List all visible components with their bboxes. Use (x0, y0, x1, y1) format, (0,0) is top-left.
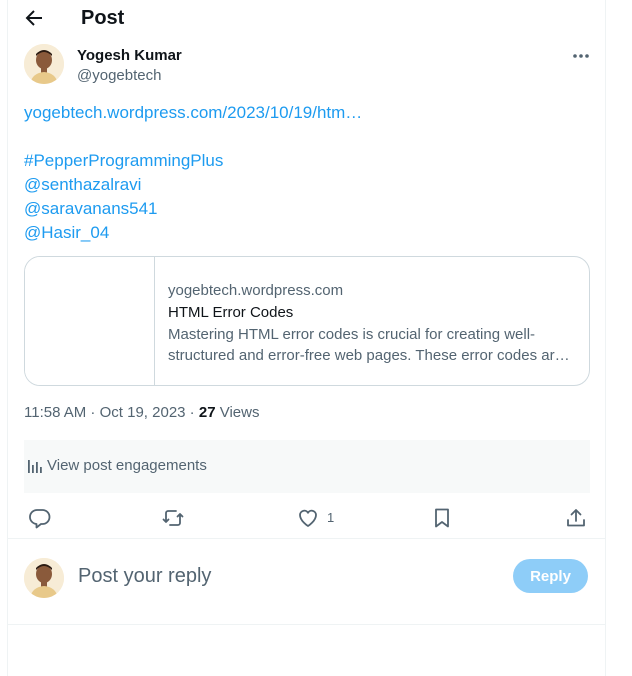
share-icon[interactable] (564, 506, 588, 530)
author-avatar[interactable] (24, 44, 64, 84)
divider (8, 624, 605, 625)
bookmark-icon[interactable] (430, 506, 454, 530)
reply-icon[interactable] (28, 506, 52, 530)
line-spacer (24, 125, 584, 149)
post-date[interactable]: Oct 19, 2023 (100, 404, 186, 421)
author-name[interactable]: Yogesh Kumar (77, 47, 182, 65)
view-engagements-button[interactable]: View post engagements (24, 440, 590, 493)
post-meta: 11:58 AM · Oct 19, 2023 · 27 Views (24, 404, 259, 422)
mention[interactable]: @senthazalravi (24, 173, 584, 197)
repost-icon[interactable] (161, 506, 185, 530)
post-text: yogebtech.wordpress.com/2023/10/19/htm… … (24, 101, 584, 245)
post-time[interactable]: 11:58 AM (24, 404, 86, 421)
card-title: HTML Error Codes (168, 304, 294, 321)
hashtag[interactable]: #PepperProgrammingPlus (24, 149, 584, 173)
views-label: Views (219, 404, 260, 421)
engagements-label: View post engagements (47, 457, 207, 474)
mention[interactable]: @Hasir_04 (24, 221, 584, 245)
author-handle[interactable]: @yogebtech (77, 67, 161, 85)
card-thumbnail (25, 257, 155, 385)
mention[interactable]: @saravanans541 (24, 197, 584, 221)
meta-separator: · (86, 404, 100, 421)
action-bar: 1 (8, 500, 605, 539)
meta-separator: · (185, 404, 199, 421)
arrow-left-icon[interactable] (22, 6, 46, 30)
views-count: 27 (198, 404, 216, 421)
link-card[interactable]: yogebtech.wordpress.com HTML Error Codes… (24, 256, 590, 386)
post-column: Post Yogesh Kumar @yogebtech yogebtech.w… (7, 0, 606, 676)
page-title: Post (81, 7, 125, 29)
like-icon[interactable] (296, 506, 320, 530)
post-link[interactable]: yogebtech.wordpress.com/2023/10/19/htm… (24, 101, 584, 125)
like-count: 1 (327, 510, 335, 525)
reply-input[interactable] (78, 564, 478, 588)
reply-button[interactable]: Reply (513, 559, 588, 593)
more-horizontal-icon[interactable] (570, 46, 592, 66)
header: Post (8, 0, 605, 36)
card-domain: yogebtech.wordpress.com (168, 282, 344, 299)
analytics-icon (27, 458, 43, 474)
card-description: Mastering HTML error codes is crucial fo… (168, 326, 570, 364)
reply-avatar (24, 558, 64, 598)
